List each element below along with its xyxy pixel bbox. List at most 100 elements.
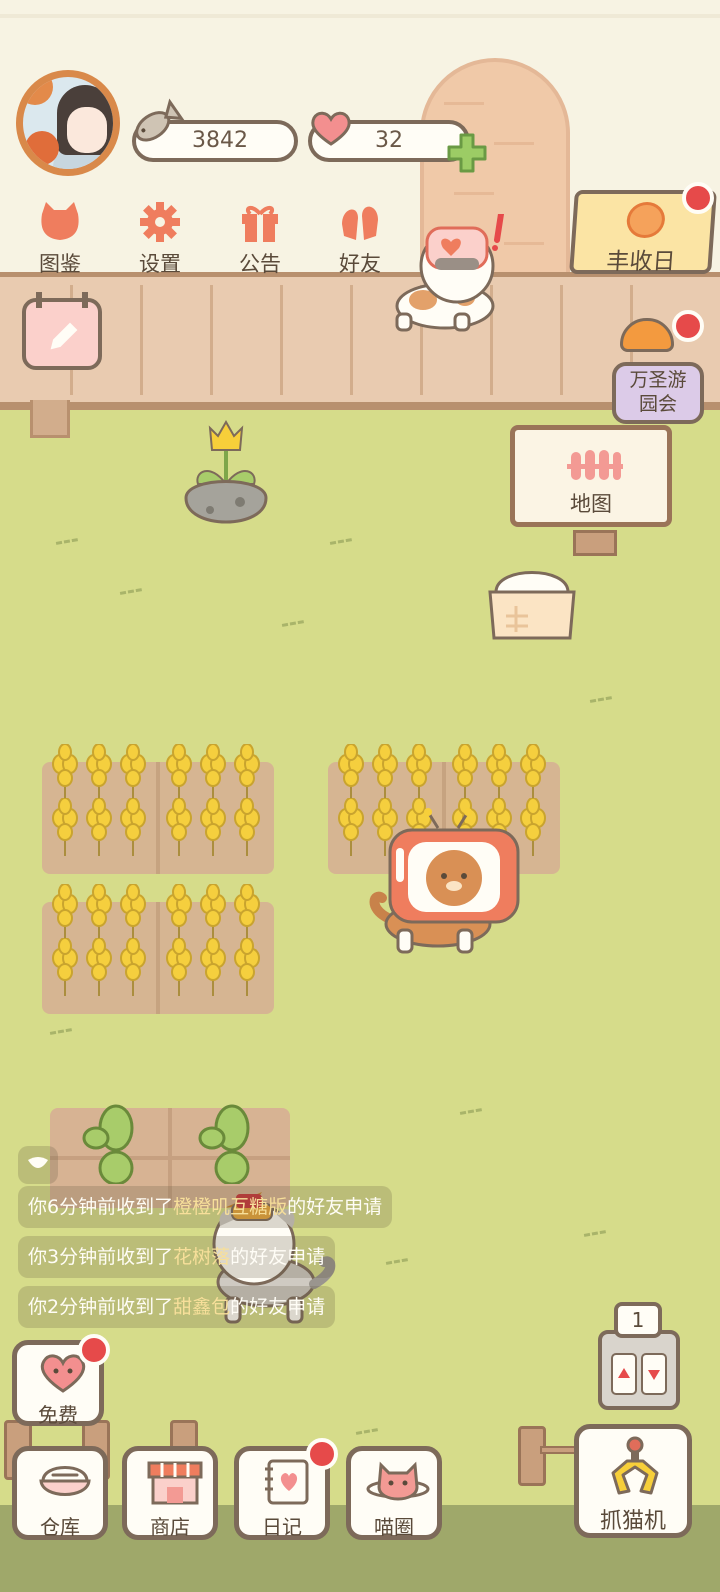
claw-machine-label: 抓猫机 xyxy=(599,1509,666,1534)
warehouse-button[interactable]: 仓库 xyxy=(12,1446,108,1540)
wheat-crop xyxy=(336,743,366,804)
halloween-notification-dot xyxy=(672,310,704,342)
menu-announcement-button[interactable]: 公告 xyxy=(220,200,300,278)
vegetable-icon xyxy=(625,202,667,238)
wheat-crop xyxy=(118,743,148,804)
requester-name[interactable]: 甜鑫包 xyxy=(173,1296,230,1318)
gear-icon xyxy=(140,202,180,242)
friend-request-notification: 你2分钟前收到了甜鑫包的好友申请 xyxy=(18,1286,336,1328)
wheat-crop xyxy=(336,797,366,858)
halloween-event-label: 万圣游园会 xyxy=(629,369,687,415)
menu-catalog-label: 图鉴 xyxy=(39,252,81,276)
elevator-count: 1 xyxy=(614,1302,662,1338)
diary-notification-dot xyxy=(306,1438,338,1470)
wheat-crop xyxy=(164,797,194,858)
grass-tuft xyxy=(55,538,79,546)
wheat-crop xyxy=(198,743,228,804)
menu-catalog-button[interactable]: 图鉴 xyxy=(20,200,100,278)
claw-icon xyxy=(611,1436,659,1495)
harvest-day-label: 丰收日 xyxy=(605,249,677,275)
meow-circle-label: 喵圈 xyxy=(374,1515,414,1539)
wheat-crop xyxy=(198,883,228,944)
friend-request-notification: 你6分钟前收到了橙橙叽互糖版的好友申请 xyxy=(18,1186,393,1228)
wood-post xyxy=(518,1426,546,1486)
wheat-crop xyxy=(50,797,80,858)
shop-label: 商店 xyxy=(150,1515,190,1539)
wheat-crop xyxy=(84,883,114,944)
grass-tuft xyxy=(589,696,613,704)
wheat-crop xyxy=(484,743,514,804)
chevron-down-icon xyxy=(28,1157,48,1168)
shop-stall-icon xyxy=(147,1461,203,1505)
wheat-crop xyxy=(50,937,80,998)
meow-circle-button[interactable]: 喵圈 xyxy=(346,1446,442,1540)
rice-bucket-item[interactable] xyxy=(486,556,578,642)
harvest-notification-dot xyxy=(682,182,714,214)
wheat-crop xyxy=(164,883,194,944)
wheat-crop xyxy=(232,797,262,858)
wheat-crop xyxy=(118,797,148,858)
pumpkin-hat-icon xyxy=(620,318,674,352)
cat-book-icon xyxy=(41,202,79,240)
cat-tv-head-character[interactable] xyxy=(368,808,528,958)
wheat-crop xyxy=(164,743,194,804)
wheat-crop xyxy=(198,937,228,998)
fish-count: 3842 xyxy=(192,128,248,153)
wheat-crop xyxy=(518,743,548,804)
requester-name[interactable]: 花树落 xyxy=(173,1246,230,1268)
top-divider xyxy=(0,14,720,18)
requester-name[interactable]: 橙橙叽互糖版 xyxy=(173,1196,287,1218)
wheat-crop xyxy=(370,743,400,804)
wheat-crop xyxy=(232,883,262,944)
grass-tuft xyxy=(355,1428,379,1436)
menu-settings-label: 设置 xyxy=(139,252,181,276)
shop-button[interactable]: 商店 xyxy=(122,1446,218,1540)
grass-tuft xyxy=(119,588,143,596)
fence-map-icon xyxy=(567,450,623,480)
gift-icon xyxy=(242,206,278,242)
wheat-field-plot[interactable] xyxy=(42,883,274,1014)
sprout-plant xyxy=(198,1104,250,1184)
wheat-crop xyxy=(232,937,262,998)
claw-machine-button[interactable]: 抓猫机 xyxy=(574,1424,692,1538)
map-label: 地图 xyxy=(570,492,612,516)
wheat-crop xyxy=(50,743,80,804)
grass-tuft xyxy=(329,538,353,546)
add-hearts-plus-icon[interactable] xyxy=(446,132,488,174)
free-gift-notification-dot xyxy=(78,1334,110,1366)
wheat-crop xyxy=(232,743,262,804)
cat-calico-character[interactable] xyxy=(375,214,515,334)
diary-label: 日记 xyxy=(262,1515,302,1539)
elevator-floor-switch[interactable]: 1 xyxy=(596,1300,682,1410)
wheat-crop xyxy=(404,743,434,804)
fence-post xyxy=(30,400,70,438)
grass-tuft xyxy=(583,1230,607,1238)
free-gift-label: 免费 xyxy=(38,1403,78,1427)
pencil-icon xyxy=(50,322,78,350)
map-signboard[interactable]: 地图 xyxy=(510,425,672,556)
grass-tuft xyxy=(459,1108,483,1116)
player-avatar[interactable] xyxy=(16,70,120,176)
heart-count: 32 xyxy=(375,128,403,153)
friend-request-notification: 你3分钟前收到了花树落的好友申请 xyxy=(18,1236,336,1278)
flower-pot-decoration[interactable] xyxy=(180,418,272,538)
wheat-crop xyxy=(450,743,480,804)
wheat-crop xyxy=(164,937,194,998)
grass-tuft xyxy=(385,1258,409,1266)
warehouse-label: 仓库 xyxy=(40,1515,80,1539)
wheat-field-plot[interactable] xyxy=(42,743,274,874)
sprout-plant xyxy=(82,1104,134,1184)
wheat-crop xyxy=(84,743,114,804)
grass-tuft xyxy=(49,1028,73,1036)
menu-settings-button[interactable]: 设置 xyxy=(120,200,200,278)
menu-announcement-label: 公告 xyxy=(239,252,281,276)
grass-tuft xyxy=(281,620,305,628)
wheat-crop xyxy=(50,883,80,944)
calendar-checkin-button[interactable] xyxy=(22,292,102,370)
up-down-arrows-icon xyxy=(611,1353,667,1395)
wheat-crop xyxy=(198,797,228,858)
notebook-icon xyxy=(265,1459,309,1505)
wheat-crop xyxy=(84,937,114,998)
chat-collapse-toggle[interactable] xyxy=(18,1146,58,1184)
wheat-crop xyxy=(84,797,114,858)
